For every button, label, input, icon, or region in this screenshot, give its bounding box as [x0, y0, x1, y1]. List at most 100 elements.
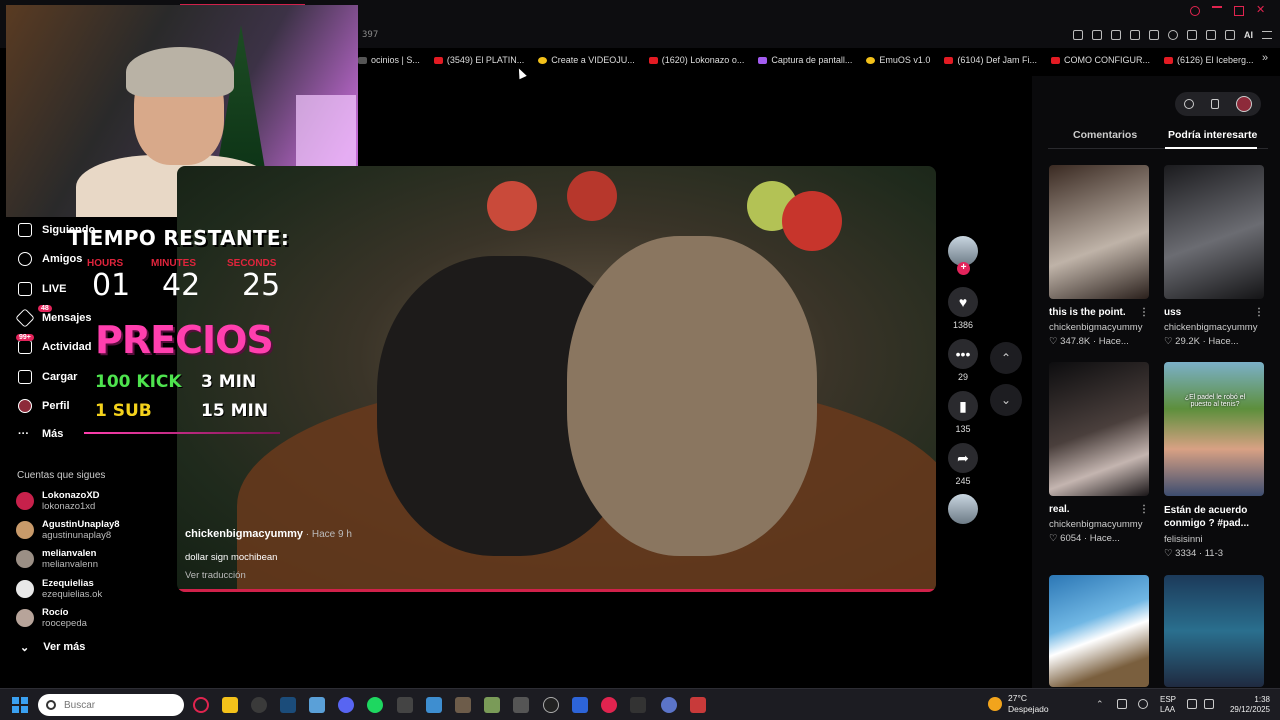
- video-thumbnail: [1049, 165, 1149, 299]
- heart-icon[interactable]: [1168, 30, 1178, 40]
- account-item[interactable]: melianvalen melianvalenn: [16, 548, 98, 570]
- bookmark-item[interactable]: EmuOS v1.0: [866, 52, 930, 68]
- previous-video-button[interactable]: ⌃: [990, 342, 1022, 374]
- game-icon[interactable]: [455, 697, 471, 713]
- like-button[interactable]: ♥ 1386: [948, 287, 978, 330]
- maximize-button[interactable]: [1234, 6, 1244, 16]
- video-progress-bar[interactable]: [177, 589, 936, 592]
- search-input[interactable]: [64, 699, 164, 711]
- menu-icon[interactable]: [1262, 31, 1272, 39]
- clock[interactable]: 1:38 29/12/2025: [1226, 695, 1270, 715]
- volume-icon[interactable]: [1204, 699, 1214, 709]
- weather-widget[interactable]: 27°C Despejado: [988, 693, 1049, 715]
- next-video-button[interactable]: ⌄: [990, 384, 1022, 416]
- bookmarks-overflow-icon[interactable]: »: [1262, 52, 1268, 64]
- video-player[interactable]: chickenbigmacyummy · Hace 9 h dollar sig…: [177, 166, 936, 592]
- comment-button[interactable]: ••• 29: [948, 339, 978, 382]
- video-card[interactable]: ¿El padel le robó el puesto al tenis? Es…: [1164, 362, 1264, 559]
- bookmark-item[interactable]: COMO CONFIGUR...: [1050, 52, 1150, 68]
- shield-icon[interactable]: [1111, 30, 1121, 40]
- account-item[interactable]: AgustinUnaplay8 agustinunaplay8: [16, 519, 120, 541]
- account-item[interactable]: Rocío roocepeda: [16, 607, 87, 629]
- save-button[interactable]: ▮ 135: [948, 391, 978, 434]
- language-indicator[interactable]: ESP LAA: [1160, 695, 1176, 715]
- tab-comments[interactable]: Comentarios: [1073, 129, 1137, 141]
- address-bar[interactable]: 397: [362, 30, 378, 40]
- extensions-icon[interactable]: [1187, 30, 1197, 40]
- opera-icon[interactable]: [193, 697, 209, 713]
- avatar[interactable]: [1236, 96, 1253, 112]
- shield-app-icon[interactable]: [309, 697, 325, 713]
- youtube-icon: [944, 56, 954, 64]
- download-icon[interactable]: [1225, 30, 1235, 40]
- car-icon[interactable]: [513, 697, 529, 713]
- bookmark-item[interactable]: (3549) El PLATIN...: [433, 52, 524, 68]
- bookmark-item[interactable]: (1620) Lokonazo o...: [648, 52, 744, 68]
- account-item[interactable]: LokonazoXD lokonazo1xd: [16, 490, 100, 512]
- app-tray-icon[interactable]: [1117, 699, 1127, 709]
- bitwarden-icon[interactable]: [572, 697, 588, 713]
- sidebar-item-live[interactable]: LIVE: [18, 282, 66, 296]
- share-button[interactable]: ➦ 245: [948, 443, 978, 486]
- minimize-button[interactable]: [1212, 6, 1222, 16]
- wifi-icon[interactable]: [1187, 699, 1197, 709]
- sidebar-item-activity[interactable]: 99+ Actividad: [16, 334, 92, 354]
- more-options-icon[interactable]: ⋮: [1254, 307, 1264, 318]
- video-card[interactable]: [1164, 575, 1264, 687]
- chevron-up-icon[interactable]: ⌃: [1096, 699, 1106, 709]
- close-button[interactable]: ✕: [1256, 5, 1266, 16]
- bookmark-item[interactable]: Captura de pantall...: [758, 52, 852, 68]
- video-author[interactable]: chickenbigmacyummy · Hace 9 h: [185, 528, 352, 540]
- sidebar-item-more[interactable]: ··· Más: [18, 428, 63, 440]
- ai-button[interactable]: AI: [1244, 30, 1253, 40]
- app-icon[interactable]: [601, 697, 617, 713]
- folder-icon[interactable]: [222, 697, 238, 713]
- search-icon[interactable]: [1190, 6, 1200, 16]
- microphone-icon[interactable]: [1138, 699, 1148, 709]
- translate-link[interactable]: Ver traducción: [185, 570, 246, 581]
- start-button[interactable]: [12, 697, 28, 713]
- bookmark-star-icon[interactable]: [1073, 30, 1083, 40]
- sound-avatar[interactable]: [948, 494, 978, 524]
- screenshot-icon[interactable]: [1092, 30, 1102, 40]
- sidebar-item-friends[interactable]: Amigos: [18, 252, 82, 266]
- spotify-icon[interactable]: [367, 697, 383, 713]
- video-card[interactable]: this is the point. ⋮ chickenbigmacyummy ♡…: [1049, 165, 1149, 347]
- video-card[interactable]: [1049, 575, 1149, 687]
- bookmark-item[interactable]: (6126) El Iceberg...: [1163, 52, 1254, 68]
- translate-icon[interactable]: [1130, 30, 1140, 40]
- search-box[interactable]: [38, 694, 184, 716]
- tab-recommended[interactable]: Podría interesarte: [1168, 129, 1257, 141]
- bookmark-item[interactable]: ocinios | S...: [358, 52, 420, 68]
- bookmark-item[interactable]: Create a VIDEOJU...: [538, 52, 635, 68]
- more-options-icon[interactable]: ⋮: [1139, 307, 1149, 318]
- see-more-button[interactable]: ⌄ Ver más: [20, 641, 85, 654]
- obs-icon[interactable]: [661, 697, 677, 713]
- timer-title: TIEMPO RESTANTE:: [68, 226, 290, 250]
- more-options-icon[interactable]: ⋮: [1139, 504, 1149, 515]
- app-icon[interactable]: [543, 697, 559, 713]
- video-card[interactable]: real. ⋮ chickenbigmacyummy ♡ 6054 · Hace.…: [1049, 362, 1149, 544]
- sidebar-item-profile[interactable]: Perfil: [18, 399, 70, 413]
- bookmark-item[interactable]: (6104) Def Jam Fi...: [944, 52, 1037, 68]
- app-icon[interactable]: [397, 697, 413, 713]
- wallet-icon[interactable]: [1206, 30, 1216, 40]
- sidebar-item-messages[interactable]: 48 Mensajes: [15, 305, 92, 328]
- notepad-icon[interactable]: [426, 697, 442, 713]
- phone-icon[interactable]: [1210, 99, 1219, 109]
- app-icon[interactable]: [690, 697, 706, 713]
- compass-icon[interactable]: [1183, 99, 1194, 109]
- sidebar-item-upload[interactable]: Cargar: [18, 370, 77, 384]
- chevron-down-icon: ⌄: [1000, 393, 1012, 407]
- follow-button[interactable]: +: [957, 262, 970, 275]
- chrome-icon[interactable]: [251, 697, 267, 713]
- play-icon[interactable]: [1149, 30, 1159, 40]
- video-card[interactable]: uss ⋮ chickenbigmacyummy ♡ 29.2K · Hace..…: [1164, 165, 1264, 347]
- apple: [567, 171, 617, 221]
- app-icon[interactable]: [630, 697, 646, 713]
- discord-icon[interactable]: [338, 697, 354, 713]
- profile-icon: [18, 399, 32, 413]
- account-item[interactable]: Ezequielias ezequielias.ok: [16, 578, 102, 600]
- game-icon[interactable]: [484, 697, 500, 713]
- steam-icon[interactable]: [280, 697, 296, 713]
